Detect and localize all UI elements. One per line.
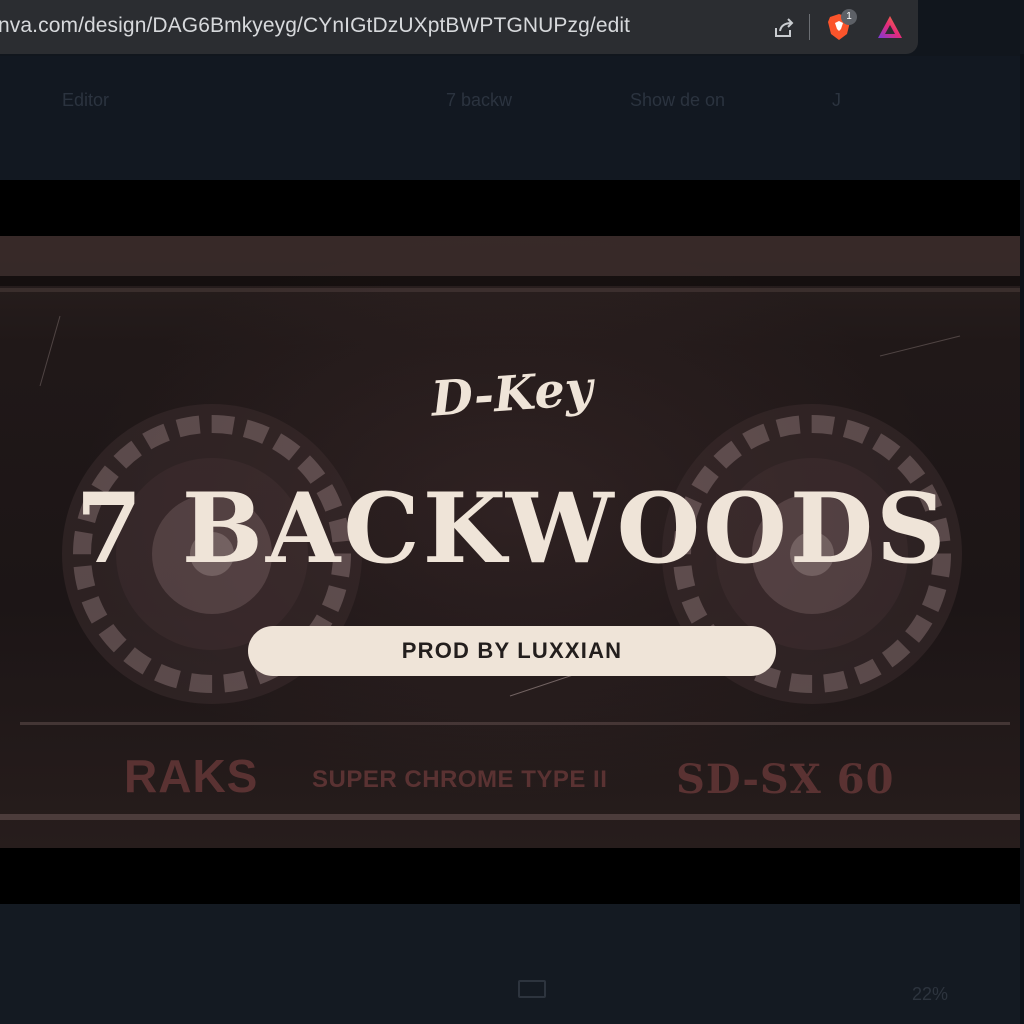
window-edge (1020, 54, 1024, 1024)
editor-menu-item[interactable]: J (832, 90, 841, 111)
design-title-field[interactable]: 7 backw (446, 90, 512, 111)
toolbar-separator (809, 14, 810, 40)
brave-rewards-icon[interactable] (876, 14, 904, 40)
pages-icon[interactable] (518, 980, 546, 998)
editor-toolbar: Editor 7 backw Show de on J (0, 56, 1024, 180)
browser-address-bar[interactable]: nva.com/design/DAG6Bmkyeyg/CYnIGtDzUXptB… (0, 0, 918, 54)
share-icon[interactable] (772, 16, 796, 40)
editor-menu-item[interactable]: Editor (62, 90, 109, 111)
canvas-letterbox-bottom (0, 848, 1024, 904)
canvas-letterbox-top (0, 180, 1024, 236)
cassette-brand-text: RAKS (124, 750, 259, 802)
cassette-model-text: SD-SX 60 (676, 756, 895, 803)
brave-badge: 1 (841, 9, 857, 25)
track-title[interactable]: 7 BACKWOODS (0, 474, 1024, 584)
editor-menu-item[interactable]: Show de on (630, 90, 725, 111)
cassette-type-text: SUPER CHROME TYPE II (312, 766, 608, 793)
producer-credit-pill[interactable]: PROD BY LUXXIAN (248, 626, 776, 676)
url-text[interactable]: nva.com/design/DAG6Bmkyeyg/CYnIGtDzUXptB… (0, 14, 630, 38)
producer-credit-text: PROD BY LUXXIAN (401, 638, 623, 663)
zoom-level[interactable]: 22% (912, 984, 948, 1005)
editor-status-bar (0, 904, 1024, 1024)
